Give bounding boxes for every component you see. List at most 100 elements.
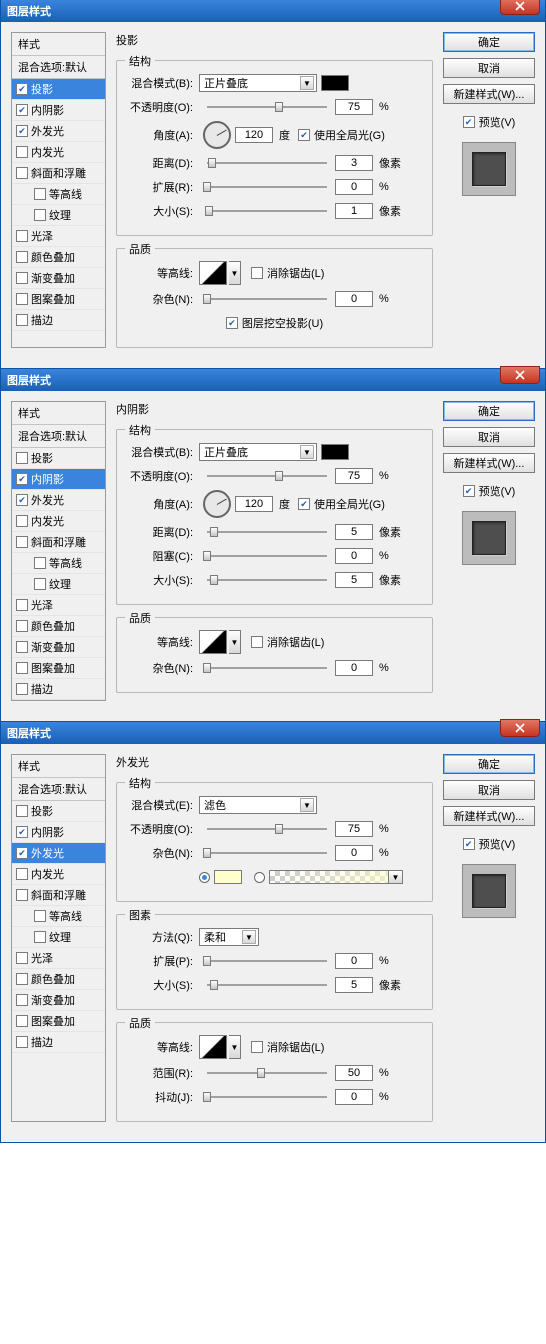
checkbox-icon[interactable]: [16, 868, 28, 880]
style-item-coloroverlay[interactable]: 颜色叠加: [12, 247, 105, 268]
cancel-button[interactable]: 取消: [443, 780, 535, 800]
distance-slider[interactable]: [207, 162, 327, 164]
checkbox-icon[interactable]: [34, 931, 46, 943]
blendmode-select[interactable]: 滤色▼: [199, 796, 317, 814]
style-item-satin[interactable]: 光泽: [12, 595, 105, 616]
style-item-coloroverlay[interactable]: 颜色叠加: [12, 969, 105, 990]
opacity-slider[interactable]: [207, 106, 327, 108]
checkbox-icon[interactable]: [16, 1015, 28, 1027]
preview-checkbox[interactable]: 预览(V): [443, 483, 535, 499]
blendmode-select[interactable]: 正片叠底▼: [199, 74, 317, 92]
distance-value[interactable]: 5: [335, 524, 373, 540]
close-button[interactable]: [500, 0, 540, 15]
noise-value[interactable]: 0: [335, 291, 373, 307]
checkbox-icon[interactable]: [463, 838, 475, 850]
spread-value[interactable]: 0: [335, 179, 373, 195]
blending-defaults[interactable]: 混合选项:默认: [12, 425, 105, 448]
noise-slider[interactable]: [207, 298, 327, 300]
noise-value[interactable]: 0: [335, 845, 373, 861]
contour-picker[interactable]: [199, 630, 227, 654]
range-slider[interactable]: [207, 1072, 327, 1074]
checkbox-icon[interactable]: [16, 536, 28, 548]
checkbox-icon[interactable]: [16, 641, 28, 653]
checkbox-icon[interactable]: [16, 662, 28, 674]
preview-checkbox[interactable]: 预览(V): [443, 114, 535, 130]
shadow-color-swatch[interactable]: [321, 444, 349, 460]
checkbox-icon[interactable]: [463, 116, 475, 128]
checkbox-icon[interactable]: [16, 847, 28, 859]
style-item-stroke[interactable]: 描边: [12, 1032, 105, 1053]
checkbox-icon[interactable]: [16, 251, 28, 263]
size-slider[interactable]: [207, 984, 327, 986]
noise-value[interactable]: 0: [335, 660, 373, 676]
checkbox-icon[interactable]: [298, 498, 310, 510]
titlebar[interactable]: 图层样式: [1, 0, 545, 22]
ok-button[interactable]: 确定: [443, 754, 535, 774]
jitter-value[interactable]: 0: [335, 1089, 373, 1105]
angle-dial[interactable]: [203, 121, 231, 149]
checkbox-icon[interactable]: [16, 104, 28, 116]
checkbox-icon[interactable]: [16, 683, 28, 695]
checkbox-icon[interactable]: [16, 599, 28, 611]
checkbox-icon[interactable]: [16, 826, 28, 838]
style-item-outerglow[interactable]: 外发光: [12, 121, 105, 142]
angle-value[interactable]: 120: [235, 127, 273, 143]
style-item-patoverlay[interactable]: 图案叠加: [12, 289, 105, 310]
style-item-contour[interactable]: 等高线: [12, 184, 105, 205]
shadow-color-swatch[interactable]: [321, 75, 349, 91]
checkbox-icon[interactable]: [251, 1041, 263, 1053]
distance-slider[interactable]: [207, 531, 327, 533]
ok-button[interactable]: 确定: [443, 401, 535, 421]
style-item-contour[interactable]: 等高线: [12, 906, 105, 927]
glow-color-swatch[interactable]: [214, 870, 242, 884]
style-item-dropshadow[interactable]: 投影: [12, 79, 105, 100]
checkbox-icon[interactable]: [16, 272, 28, 284]
choke-slider[interactable]: [207, 555, 327, 557]
style-item-innershadow[interactable]: 内阴影: [12, 822, 105, 843]
checkbox-icon[interactable]: [34, 578, 46, 590]
opacity-slider[interactable]: [207, 475, 327, 477]
spread-value[interactable]: 0: [335, 953, 373, 969]
style-item-innershadow[interactable]: 内阴影: [12, 100, 105, 121]
style-item-stroke[interactable]: 描边: [12, 679, 105, 700]
checkbox-icon[interactable]: [251, 636, 263, 648]
style-item-texture[interactable]: 纹理: [12, 927, 105, 948]
checkbox-icon[interactable]: [16, 494, 28, 506]
ok-button[interactable]: 确定: [443, 32, 535, 52]
style-item-innerglow[interactable]: 内发光: [12, 864, 105, 885]
cancel-button[interactable]: 取消: [443, 58, 535, 78]
gradient-dropdown[interactable]: ▼: [389, 870, 403, 884]
contour-picker[interactable]: [199, 1035, 227, 1059]
checkbox-icon[interactable]: [16, 473, 28, 485]
preview-checkbox[interactable]: 预览(V): [443, 836, 535, 852]
checkbox-icon[interactable]: [298, 129, 310, 141]
checkbox-icon[interactable]: [16, 293, 28, 305]
spread-slider[interactable]: [207, 186, 327, 188]
checkbox-icon[interactable]: [16, 952, 28, 964]
checkbox-icon[interactable]: [16, 620, 28, 632]
angle-dial[interactable]: [203, 490, 231, 518]
opacity-value[interactable]: 75: [335, 468, 373, 484]
noise-slider[interactable]: [207, 852, 327, 854]
solid-color-radio[interactable]: [199, 872, 210, 883]
size-value[interactable]: 5: [335, 977, 373, 993]
opacity-value[interactable]: 75: [335, 821, 373, 837]
checkbox-icon[interactable]: [16, 889, 28, 901]
blendmode-select[interactable]: 正片叠底▼: [199, 443, 317, 461]
style-item-bevel[interactable]: 斜面和浮雕: [12, 163, 105, 184]
checkbox-icon[interactable]: [16, 314, 28, 326]
style-item-gradoverlay[interactable]: 渐变叠加: [12, 268, 105, 289]
titlebar[interactable]: 图层样式: [1, 369, 545, 391]
choke-value[interactable]: 0: [335, 548, 373, 564]
checkbox-icon[interactable]: [16, 973, 28, 985]
checkbox-icon[interactable]: [16, 452, 28, 464]
checkbox-icon[interactable]: [16, 125, 28, 137]
size-slider[interactable]: [207, 579, 327, 581]
checkbox-icon[interactable]: [34, 910, 46, 922]
new-style-button[interactable]: 新建样式(W)...: [443, 453, 535, 473]
style-item-outerglow[interactable]: 外发光: [12, 490, 105, 511]
checkbox-icon[interactable]: [463, 485, 475, 497]
contour-picker[interactable]: [199, 261, 227, 285]
size-value[interactable]: 5: [335, 572, 373, 588]
checkbox-icon[interactable]: [34, 557, 46, 569]
